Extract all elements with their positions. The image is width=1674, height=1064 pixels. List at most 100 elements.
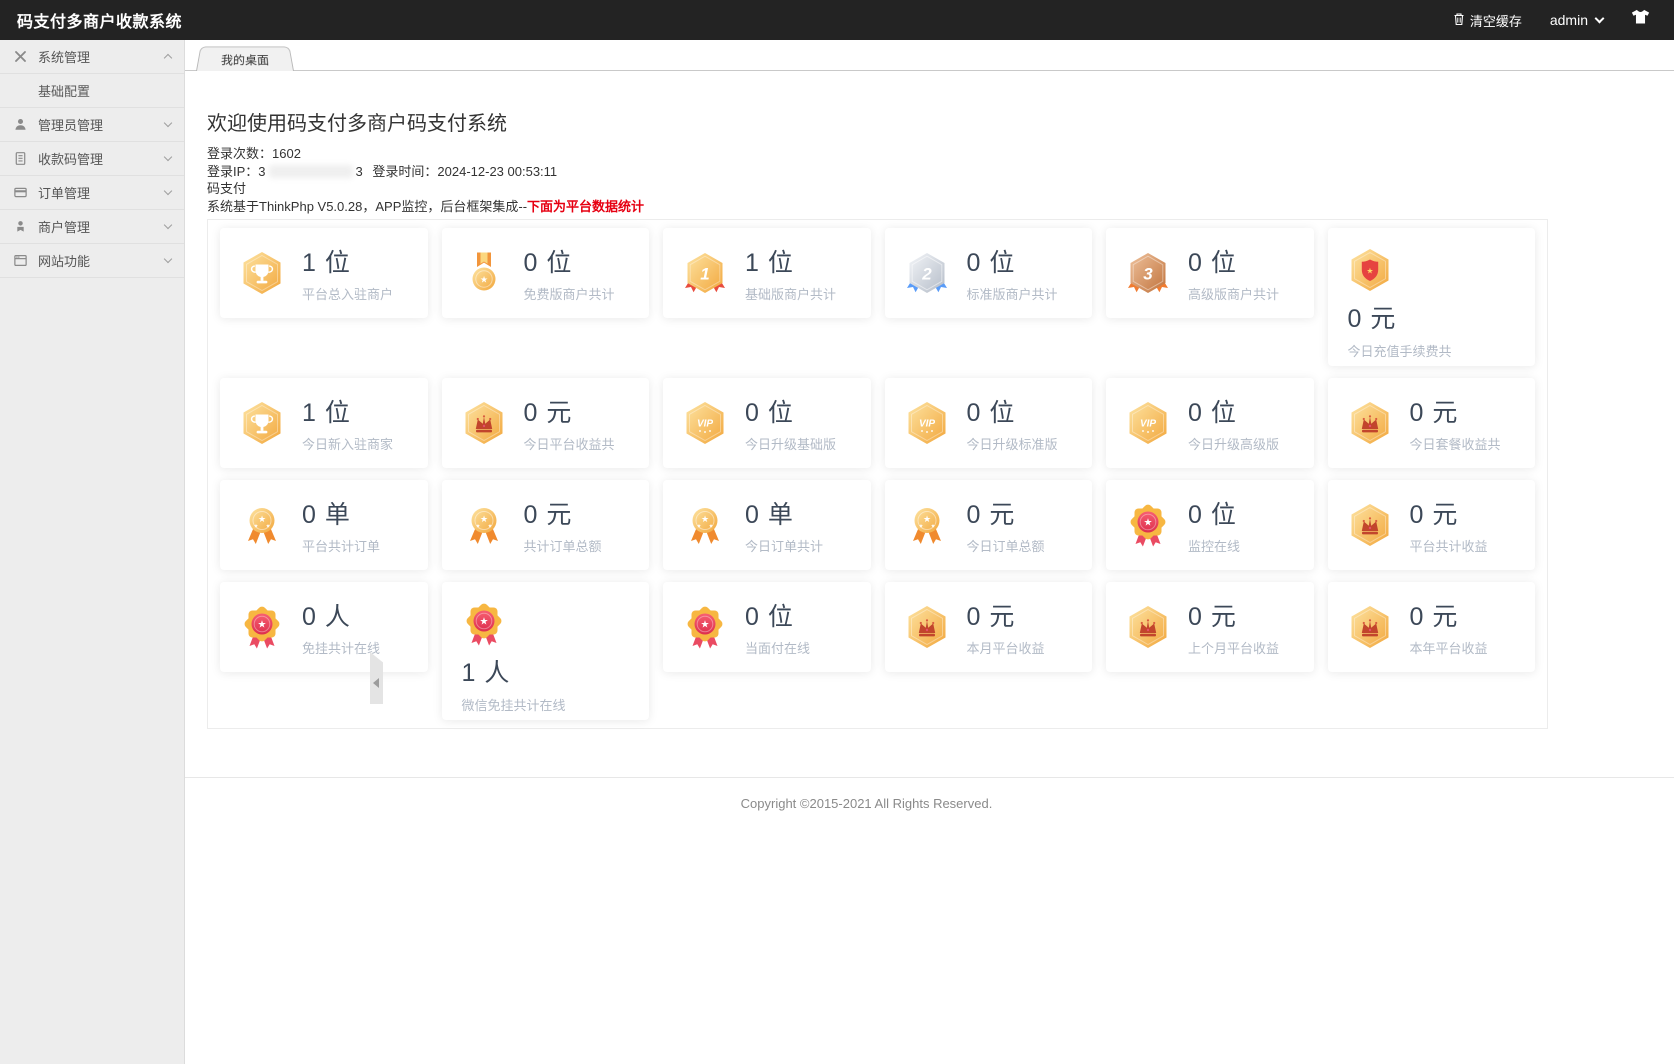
stat-value: 0: [1410, 399, 1424, 427]
login-count-label: 登录次数：: [207, 146, 272, 161]
stat-unit: 位: [989, 399, 1014, 427]
sidebar-item-label: 收款码管理: [38, 149, 103, 168]
topbar-actions: 清空缓存 admin: [1452, 9, 1650, 31]
stat-card-f2f-online: ★ 0位 当面付在线: [663, 582, 871, 672]
wrench-icon: [13, 49, 29, 65]
stat-card-today-upgrade-basic: VIP 0位 今日升级基础版: [663, 378, 871, 468]
tab-label: 我的桌面: [220, 50, 269, 67]
crown-medal-icon: [1126, 605, 1170, 649]
stat-card-today-upgrade-standard: VIP 0位 今日升级标准版: [885, 378, 1093, 468]
sidebar-item-label: 商户管理: [38, 217, 90, 236]
stat-card-basic-merchants: 1 1位 基础版商户共计: [663, 228, 871, 318]
stat-label: 当面付在线: [745, 638, 810, 657]
stat-unit: 元: [1432, 603, 1457, 631]
stat-label: 今日升级标准版: [967, 434, 1058, 453]
sidebar-item-basic-config[interactable]: 基础配置: [0, 74, 184, 108]
stat-card-free-hang-online: ★ 0人 免挂共计在线: [220, 582, 428, 672]
login-ip-line: 登录IP：33 登录时间：2024-12-23 00:53:11: [207, 163, 1674, 181]
vip-medal-icon: VIP: [683, 401, 727, 445]
stat-card-wechat-free-hang-online: ★ 1人 微信免挂共计在线: [442, 582, 650, 720]
stat-value: 0: [1188, 399, 1202, 427]
stat-value: 0: [524, 249, 538, 277]
stat-card-today-upgrade-premium: VIP 0位 今日升级高级版: [1106, 378, 1314, 468]
stat-label: 本月平台收益: [967, 638, 1045, 657]
user-icon: [13, 117, 29, 133]
stat-value: 0: [1188, 249, 1202, 277]
stat-card-total-orders: ★ ★ ★ 0单 平台共计订单: [220, 480, 428, 570]
stat-card-total-order-amount: ★ ★ ★ 0元 共计订单总额: [442, 480, 650, 570]
stat-label: 本年平台收益: [1410, 638, 1488, 657]
credit-card-icon: [13, 185, 29, 201]
stat-value: 0: [967, 603, 981, 631]
stat-card-today-order-amount: ★ ★ ★ 0元 今日订单总额: [885, 480, 1093, 570]
rank3-medal-icon: 3: [1126, 251, 1170, 295]
tshirt-icon: [1631, 9, 1650, 31]
chevron-up-icon: [164, 54, 172, 62]
stat-unit: 位: [989, 249, 1014, 277]
stat-value: 0: [967, 501, 981, 529]
star-medal-icon: ★ ★ ★: [683, 503, 727, 547]
stat-unit: 元: [989, 603, 1014, 631]
stat-value: 0: [524, 399, 538, 427]
tab-bar: 我的桌面: [185, 40, 1674, 71]
stat-value: 0: [967, 249, 981, 277]
login-ip-value-end: 3: [356, 164, 363, 179]
stat-label: 免挂共计在线: [302, 638, 380, 657]
ip-blur-mask: [269, 165, 353, 178]
stat-label: 上个月平台收益: [1188, 638, 1279, 657]
stat-label: 微信免挂共计在线: [462, 695, 566, 714]
stat-label: 今日订单总额: [967, 536, 1045, 555]
chevron-down-icon: [164, 153, 172, 161]
stat-card-today-package-income: 0元 今日套餐收益共: [1328, 378, 1536, 468]
svg-text:3: 3: [1143, 265, 1153, 284]
svg-text:1: 1: [700, 265, 709, 284]
svg-text:★: ★: [487, 524, 492, 530]
stat-label: 今日订单共计: [745, 536, 823, 555]
merchant-badge-icon: [13, 219, 29, 235]
sidebar-item-system[interactable]: 系统管理: [0, 40, 184, 74]
chevron-down-icon: [164, 221, 172, 229]
login-count-value: 1602: [272, 146, 301, 161]
stat-card-today-recharge-fee: ★ 0元 今日充值手续费共: [1328, 228, 1536, 366]
stat-label: 监控在线: [1188, 536, 1240, 555]
stat-unit: 位: [1211, 501, 1236, 529]
sidebar-item-website[interactable]: 网站功能: [0, 244, 184, 278]
stats-grid: 1位 平台总入驻商户 ★ 0位 免费版商户共计 1 1位 基础版商户共计: [207, 219, 1548, 729]
sidebar-item-orders[interactable]: 订单管理: [0, 176, 184, 210]
trophy-medal-icon: [240, 251, 284, 295]
login-ip-value: 3: [258, 164, 265, 179]
burst-medal-icon: ★: [240, 605, 284, 649]
sidebar-item-merchants[interactable]: 商户管理: [0, 210, 184, 244]
stat-label: 今日套餐收益共: [1410, 434, 1501, 453]
stat-value: 0: [745, 603, 759, 631]
stat-unit: 单: [768, 501, 793, 529]
tab-my-desktop[interactable]: 我的桌面: [196, 47, 294, 71]
chevron-down-icon: [164, 255, 172, 263]
sidebar-item-admins[interactable]: 管理员管理: [0, 108, 184, 142]
browser-window-icon: [13, 253, 29, 269]
crown-medal-icon: [462, 401, 506, 445]
rank1-medal-icon: 1: [683, 251, 727, 295]
stat-value: 0: [967, 399, 981, 427]
admin-dropdown[interactable]: admin: [1550, 12, 1603, 28]
svg-text:★: ★: [258, 620, 267, 631]
sidebar-item-payment-codes[interactable]: 收款码管理: [0, 142, 184, 176]
stat-label: 今日平台收益共: [524, 434, 615, 453]
stat-unit: 位: [325, 399, 350, 427]
copyright-text: Copyright ©2015-2021 All Rights Reserved…: [185, 778, 1548, 829]
tshirt-theme-button[interactable]: [1631, 9, 1650, 31]
star-medal-icon: ★ ★ ★: [905, 503, 949, 547]
stat-unit: 位: [546, 249, 571, 277]
stat-unit: 位: [768, 603, 793, 631]
clear-cache-button[interactable]: 清空缓存: [1452, 11, 1522, 30]
stat-value: 0: [302, 501, 316, 529]
crown-medal-icon: [1348, 503, 1392, 547]
svg-text:★: ★: [918, 524, 923, 530]
stat-value: 1: [745, 249, 759, 277]
crown-medal-icon: [905, 605, 949, 649]
svg-text:VIP: VIP: [1140, 419, 1156, 430]
svg-text:2: 2: [921, 265, 932, 284]
stat-value: 0: [745, 501, 759, 529]
login-time-value: 2024-12-23 00:53:11: [437, 164, 557, 179]
sidebar-item-label: 基础配置: [38, 81, 90, 100]
